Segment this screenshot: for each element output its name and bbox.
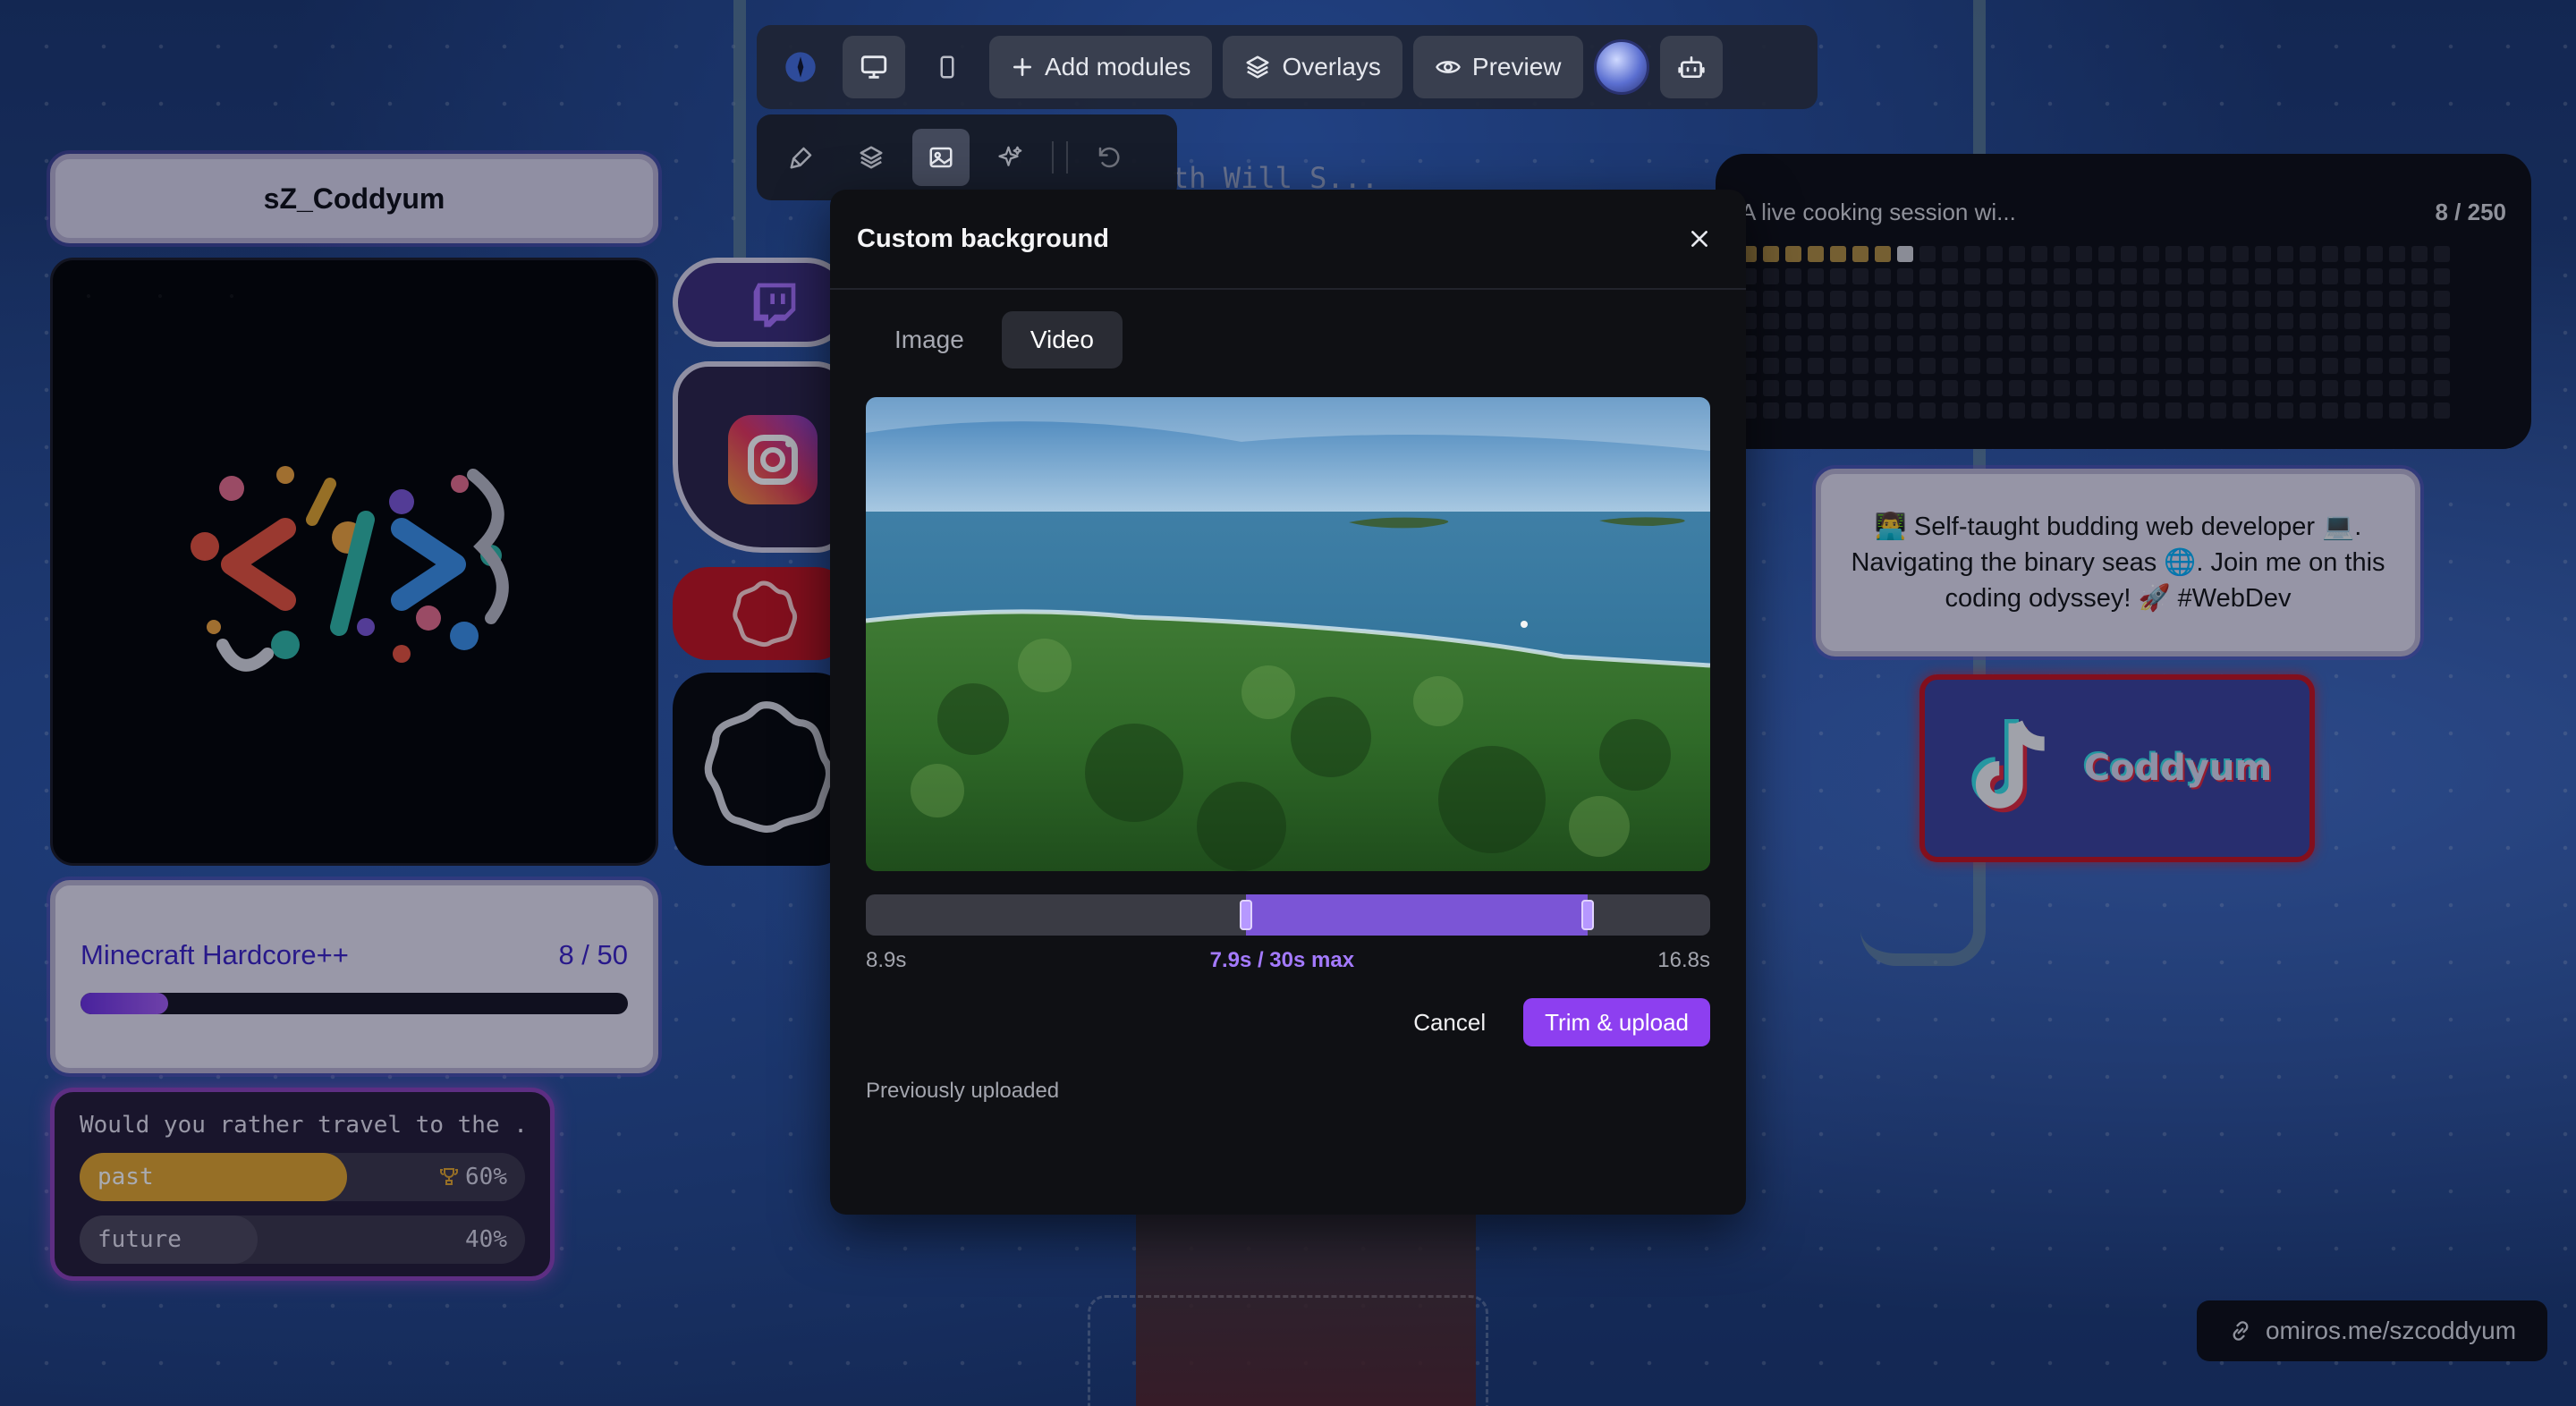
trim-end-label: 16.8s: [1657, 948, 1710, 972]
previously-uploaded-label: Previously uploaded: [866, 1079, 1060, 1103]
trim-slider-track[interactable]: [866, 894, 1710, 936]
background-type-tabs: Image Video: [830, 290, 1746, 368]
close-button[interactable]: [1680, 219, 1719, 258]
bot-button[interactable]: [1659, 36, 1723, 98]
tab-video[interactable]: Video: [1001, 311, 1123, 368]
layers-button[interactable]: [843, 129, 900, 186]
brush-button[interactable]: [773, 129, 830, 186]
logo-icon: [785, 52, 816, 82]
trim-selected-range[interactable]: [1245, 894, 1589, 936]
tab-image[interactable]: Image: [866, 311, 993, 368]
preview-label: Preview: [1471, 53, 1562, 80]
cancel-button[interactable]: Cancel: [1394, 998, 1505, 1046]
toolbar-divider: [1052, 141, 1054, 174]
robot-icon: [1677, 55, 1705, 78]
trim-end-handle[interactable]: [1581, 900, 1595, 930]
trim-start-handle[interactable]: [1239, 900, 1252, 930]
undo-button[interactable]: [1080, 129, 1138, 186]
monitor-icon: [860, 55, 887, 79]
eye-icon: [1436, 61, 1461, 73]
trim-duration-label: 7.9s / 30s max: [1209, 948, 1355, 972]
trim-start-label: 8.9s: [866, 948, 907, 972]
close-icon: [1691, 231, 1707, 247]
modal-actions: Cancel Trim & upload: [1394, 998, 1710, 1046]
edit-sub-toolbar: [757, 114, 1177, 200]
modal-title: Custom background: [857, 224, 1109, 253]
add-modules-label: Add modules: [1045, 53, 1191, 80]
add-modules-button[interactable]: Add modules: [989, 36, 1213, 98]
overlays-button[interactable]: Overlays: [1223, 36, 1402, 98]
user-avatar[interactable]: [1593, 39, 1649, 95]
sparkles-icon: [998, 146, 1022, 166]
mobile-view-button[interactable]: [916, 36, 979, 98]
preview-button[interactable]: Preview: [1412, 36, 1583, 98]
effects-button[interactable]: [982, 129, 1039, 186]
logo-button[interactable]: [769, 36, 832, 98]
phone-icon: [940, 55, 954, 79]
overlays-label: Overlays: [1282, 53, 1381, 80]
desktop-view-button[interactable]: [843, 36, 905, 98]
toolbar-divider: [1066, 141, 1068, 174]
background-image-button[interactable]: [912, 129, 970, 186]
trim-upload-button[interactable]: Trim & upload: [1523, 998, 1710, 1046]
video-preview[interactable]: [866, 397, 1710, 871]
undo-icon: [1098, 147, 1120, 168]
modal-header: Custom background: [830, 190, 1746, 290]
top-toolbar: Add modules Overlays Preview: [757, 25, 1818, 109]
layers-icon: [1246, 55, 1269, 79]
trim-labels: 8.9s 7.9s / 30s max 16.8s: [866, 948, 1710, 973]
video-frame-image: [866, 397, 1710, 871]
custom-background-modal: Custom background Image Video 8.9s 7.9s …: [830, 190, 1746, 1215]
image-icon: [929, 147, 953, 168]
plus-icon: [1013, 57, 1032, 77]
layers-icon: [860, 146, 883, 169]
brush-icon: [790, 147, 812, 169]
